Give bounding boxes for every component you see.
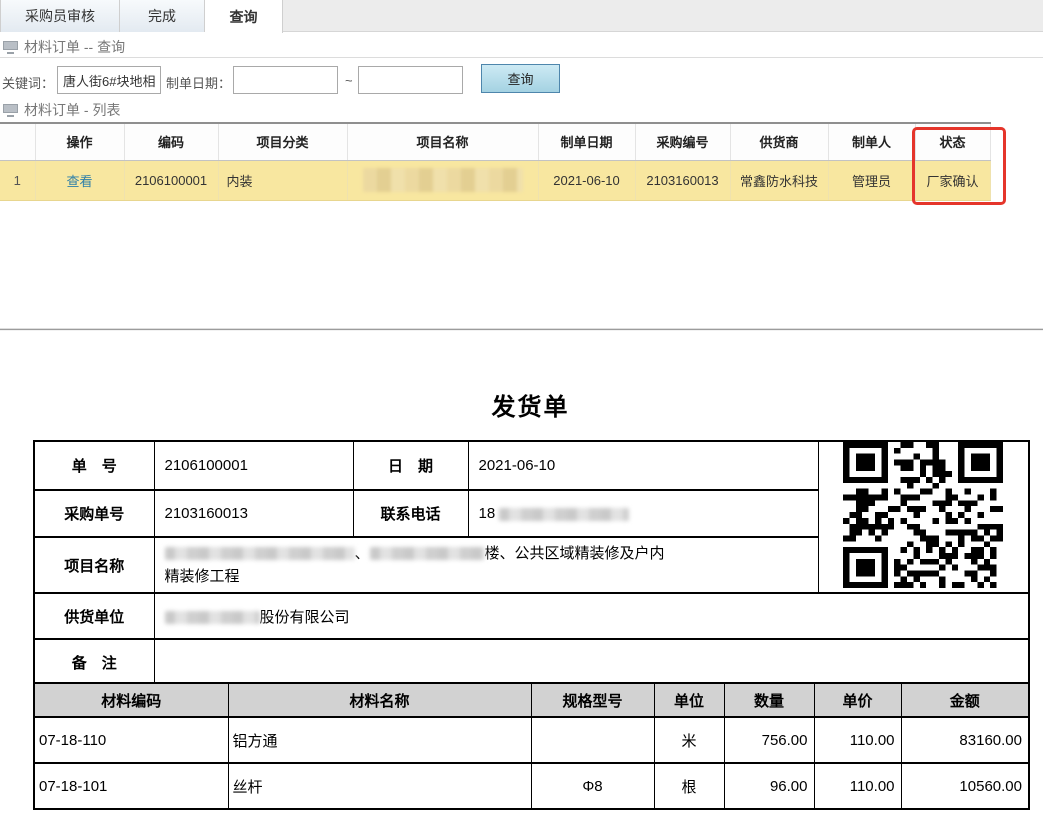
materials-table: 材料编码 材料名称 规格型号 单位 数量 单价 金额 07-18-110 铝方通… bbox=[33, 682, 1030, 810]
materials-header-row: 材料编码 材料名称 规格型号 单位 数量 单价 金额 bbox=[34, 683, 1029, 717]
col-creator: 制单人 bbox=[828, 123, 915, 160]
supplier-label: 供货单位 bbox=[34, 593, 154, 639]
supplier-cell: 常鑫防水科技 bbox=[730, 160, 828, 200]
status-annotation-box bbox=[912, 127, 1006, 205]
supplier-visible-text: 股份有限公司 bbox=[260, 609, 350, 626]
order-no-value: 2106100001 bbox=[154, 441, 353, 490]
material-unit: 米 bbox=[654, 717, 724, 763]
project-name-cell bbox=[347, 160, 538, 200]
row-index: 1 bbox=[0, 160, 35, 200]
category-cell: 内装 bbox=[218, 160, 347, 200]
material-price: 110.00 bbox=[814, 763, 901, 809]
col-order-date: 制单日期 bbox=[538, 123, 635, 160]
mat-col-price: 单价 bbox=[814, 683, 901, 717]
material-row: 07-18-110 铝方通 米 756.00 110.00 83160.00 bbox=[34, 717, 1029, 763]
creator-cell: 管理员 bbox=[828, 160, 915, 200]
query-section-header: 材料订单 -- 查询 bbox=[3, 37, 125, 57]
project-line2: 精装修工程 bbox=[165, 568, 240, 585]
col-rownum bbox=[0, 123, 35, 160]
remark-value bbox=[154, 639, 1029, 685]
col-supplier: 供货商 bbox=[730, 123, 828, 160]
redacted-supplier-prefix bbox=[165, 611, 260, 624]
mat-col-code: 材料编码 bbox=[34, 683, 228, 717]
list-section-title: 材料订单 - 列表 bbox=[24, 100, 120, 120]
material-code: 07-18-110 bbox=[34, 717, 228, 763]
phone-visible-prefix: 18 bbox=[479, 505, 496, 522]
redacted-project-part1 bbox=[165, 547, 355, 560]
purchase-no-value: 2103160013 bbox=[154, 490, 353, 537]
material-qty: 756.00 bbox=[724, 717, 814, 763]
view-link[interactable]: 查看 bbox=[66, 174, 92, 189]
date-label: 日 期 bbox=[353, 441, 468, 490]
order-date-label: 制单日期： bbox=[166, 73, 231, 92]
material-row: 07-18-101 丝杆 Φ8 根 96.00 110.00 10560.00 bbox=[34, 763, 1029, 809]
tab-query[interactable]: 查询 bbox=[205, 0, 283, 33]
mat-col-unit: 单位 bbox=[654, 683, 724, 717]
action-cell: 查看 bbox=[35, 160, 124, 200]
material-amount: 83160.00 bbox=[901, 717, 1029, 763]
table-row: 1 查看 2106100001 内装 2021-06-10 2103160013… bbox=[0, 160, 990, 200]
delivery-note-header-table: 单 号 2106100001 日 期 2021-06-10 采购单号 21031… bbox=[33, 440, 1030, 686]
col-code: 编码 bbox=[124, 123, 218, 160]
date-to-input[interactable] bbox=[358, 66, 463, 94]
redacted-project-part2 bbox=[370, 547, 485, 560]
col-purchase-no: 采购编号 bbox=[635, 123, 730, 160]
material-unit: 根 bbox=[654, 763, 724, 809]
tab-bar: 采购员审核 完成 查询 bbox=[0, 0, 1043, 32]
project-value: 、楼、公共区域精装修及户内 精装修工程 bbox=[154, 537, 818, 593]
mat-col-qty: 数量 bbox=[724, 683, 814, 717]
mat-col-name: 材料名称 bbox=[228, 683, 531, 717]
date-from-input[interactable] bbox=[233, 66, 338, 94]
date-range-separator: ~ bbox=[345, 73, 353, 88]
purchase-no-cell: 2103160013 bbox=[635, 160, 730, 200]
redacted-project-name bbox=[363, 168, 523, 192]
material-spec: Φ8 bbox=[531, 763, 654, 809]
qr-cell bbox=[818, 441, 1029, 593]
col-action: 操作 bbox=[35, 123, 124, 160]
keyword-input[interactable] bbox=[57, 66, 161, 94]
project-visible-text: 公共区域精装修及户内 bbox=[515, 545, 665, 562]
phone-label: 联系电话 bbox=[353, 490, 468, 537]
redacted-phone bbox=[499, 508, 629, 521]
date-value: 2021-06-10 bbox=[468, 441, 818, 490]
tab-complete[interactable]: 完成 bbox=[120, 0, 205, 32]
order-no-label: 单 号 bbox=[34, 441, 154, 490]
app-window: 采购员审核 完成 查询 材料订单 -- 查询 关键词： 制单日期： ~ 查询 材… bbox=[0, 0, 1043, 813]
keyword-label: 关键词： bbox=[2, 73, 54, 92]
orders-table: 操作 编码 项目分类 项目名称 制单日期 采购编号 供货商 制单人 状态 1 查… bbox=[0, 122, 991, 201]
section-divider bbox=[0, 57, 1043, 58]
purchase-no-label: 采购单号 bbox=[34, 490, 154, 537]
supplier-value: 股份有限公司 bbox=[154, 593, 1029, 639]
mat-col-amount: 金额 bbox=[901, 683, 1029, 717]
mat-col-spec: 规格型号 bbox=[531, 683, 654, 717]
panel-divider bbox=[0, 328, 1043, 331]
monitor-icon bbox=[3, 104, 18, 117]
monitor-icon bbox=[3, 41, 18, 54]
col-category: 项目分类 bbox=[218, 123, 347, 160]
code-cell: 2106100001 bbox=[124, 160, 218, 200]
project-label: 项目名称 bbox=[34, 537, 154, 593]
list-section-header: 材料订单 - 列表 bbox=[3, 100, 120, 120]
material-code: 07-18-101 bbox=[34, 763, 228, 809]
col-project-name: 项目名称 bbox=[347, 123, 538, 160]
delivery-note-title: 发货单 bbox=[33, 387, 1028, 422]
material-spec bbox=[531, 717, 654, 763]
orders-header-row: 操作 编码 项目分类 项目名称 制单日期 采购编号 供货商 制单人 状态 bbox=[0, 123, 990, 160]
tab-purchaser-review[interactable]: 采购员审核 bbox=[0, 0, 120, 32]
material-amount: 10560.00 bbox=[901, 763, 1029, 809]
material-qty: 96.00 bbox=[724, 763, 814, 809]
order-date-cell: 2021-06-10 bbox=[538, 160, 635, 200]
query-section-title: 材料订单 -- 查询 bbox=[24, 37, 125, 57]
search-button[interactable]: 查询 bbox=[481, 64, 560, 93]
material-name: 丝杆 bbox=[228, 763, 531, 809]
phone-value: 18 bbox=[468, 490, 818, 537]
qr-code bbox=[843, 442, 1003, 588]
remark-label: 备 注 bbox=[34, 639, 154, 685]
material-price: 110.00 bbox=[814, 717, 901, 763]
material-name: 铝方通 bbox=[228, 717, 531, 763]
